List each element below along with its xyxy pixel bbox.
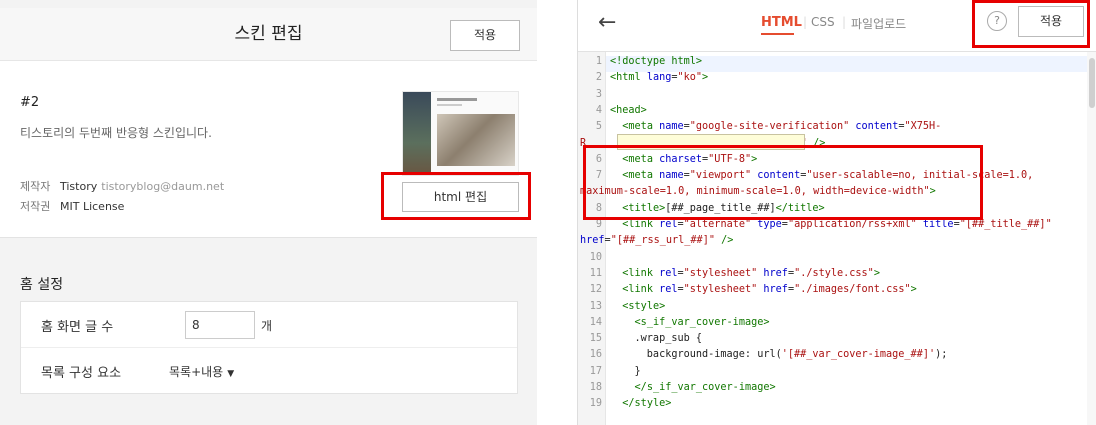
code-line: .wrap_sub { [610,333,703,345]
skin-number: #2 [20,95,40,110]
line-number: 11 [589,267,602,279]
list-components-value: 목록+내용 [169,365,224,379]
line-number: 17 [589,365,602,377]
skin-maker-row: 제작자 Tistory tistoryblog@daum.net [20,178,224,194]
home-post-count-input[interactable]: 8 [185,311,255,339]
code-line: background-image: url('[##_var_cover-ima… [610,349,948,361]
thumbnail-mobile-preview [403,92,431,175]
line-number: 1 [595,56,602,67]
line-number: 14 [589,316,602,328]
arrow-left-icon[interactable]: ← [598,10,616,35]
list-components-dropdown[interactable]: 목록+내용 ▼ [169,363,234,380]
skin-license-row: 저작권 MIT License [20,198,124,214]
skin-editor-header: 스킨 편집 적용 [0,8,537,61]
code-line: <head> [610,104,647,116]
line-number: 15 [589,333,602,345]
tab-css[interactable]: CSS [811,15,835,29]
skin-thumbnail [402,91,519,176]
highlight-box-apply [972,0,1090,48]
code-editor[interactable]: 1 2 3 4 5 6 7 8 9 10 11 12 13 14 15 16 17 18 19 <!doctype … [578,52,1096,425]
highlight-box-html-edit [381,172,531,220]
maker-email: tistoryblog@daum.net [101,180,225,193]
home-post-count-row: 홈 화면 글 수 8 개 [21,302,517,348]
line-number: 5 [595,121,602,133]
code-line: <link rel="stylesheet" href="./images/fo… [622,284,917,296]
line-number: 9 [595,219,602,230]
code-line: } [610,365,641,377]
code-line: <html lang="ko"> [610,72,709,84]
code-line: <!doctype html> [610,56,703,67]
active-tab-underline [761,33,794,35]
line-number: 16 [589,349,602,361]
line-number: 19 [589,398,602,410]
thumbnail-subtitle-line [437,104,462,106]
thumbnail-cat-image [437,114,515,166]
caret-down-icon: ▼ [227,369,235,379]
line-number: 10 [589,251,602,263]
tab-file-upload[interactable]: 파일업로드 [851,15,906,32]
code-line: </s_if_var_cover-image> [634,382,776,393]
license-value: MIT License [60,200,125,213]
line-number: 4 [595,104,602,116]
maker-key: 제작자 [20,180,51,193]
code-line: <s_if_var_cover-image> [634,316,770,328]
home-settings-box: 홈 화면 글 수 8 개 목록 구성 요소 목록+내용 ▼ [20,301,518,394]
maker-name: Tistory [60,180,98,193]
line-number: 2 [595,72,602,84]
highlight-box-meta-verification [583,145,983,220]
home-post-count-unit: 개 [261,319,273,333]
skin-editor-panel: 스킨 편집 적용 #2 티스토리의 두번째 반응형 스킨입니다. 제작자 Tist… [0,0,537,425]
home-post-count-label: 홈 화면 글 수 [41,320,114,335]
code-line: <meta name="google-site-verification" co… [622,121,942,133]
license-key: 저작권 [20,200,51,213]
code-line: </style> [622,398,672,410]
code-line: <style> [622,300,666,312]
code-editor-panel: ← HTML | CSS | 파일업로드 ? 적용 1 2 3 4 5 6 7 8 9 10 11 1… [577,0,1096,425]
tab-html[interactable]: HTML [761,15,802,30]
line-number: 12 [589,284,602,296]
line-number: 18 [589,382,602,393]
apply-button[interactable]: 적용 [450,20,520,51]
code-line: <link rel="stylesheet" href="./style.css… [622,267,880,279]
line-number: 3 [595,88,602,100]
skin-description: 티스토리의 두번째 반응형 스킨입니다. [20,126,212,140]
scrollbar-thumb[interactable] [1089,58,1095,108]
thumbnail-title-line [437,98,477,101]
code-line: href="[##_rss_url_##]" /> [580,235,734,247]
home-settings-title: 홈 설정 [20,277,64,293]
code-line: <link rel="alternate" type="application/… [622,219,1052,230]
tab-divider: | [842,15,847,29]
list-components-row: 목록 구성 요소 목록+내용 ▼ [21,348,517,394]
list-components-label: 목록 구성 요소 [41,366,122,381]
tab-divider: | [803,15,808,29]
line-number: 13 [589,300,602,312]
